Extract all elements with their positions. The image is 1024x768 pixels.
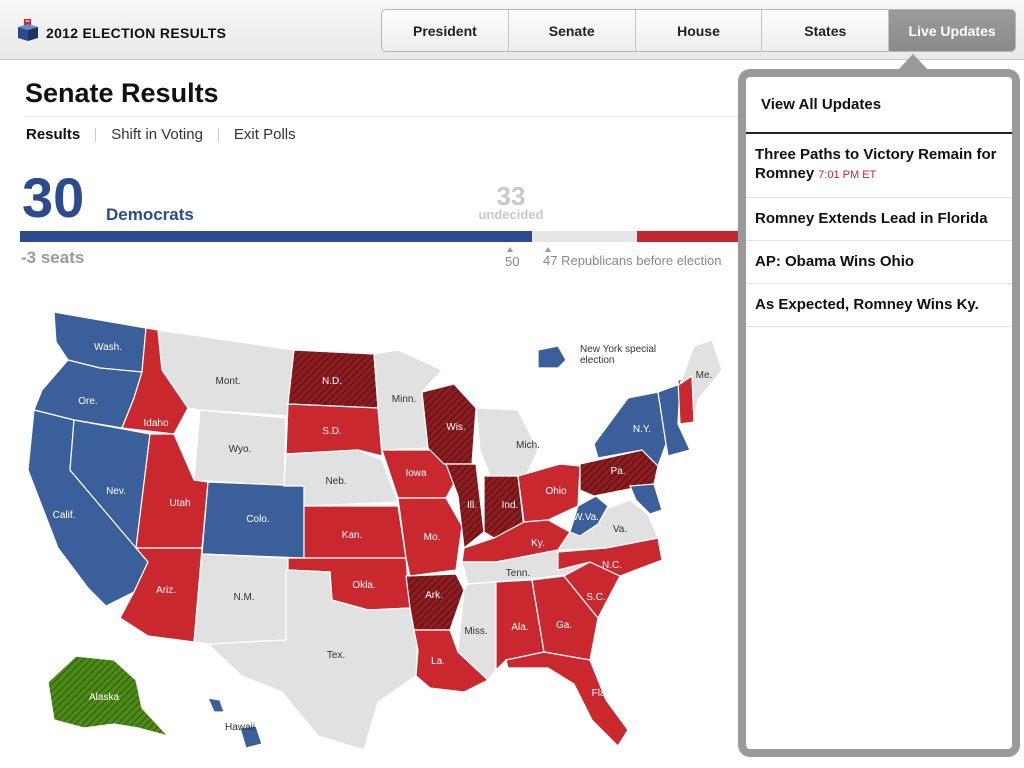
view-all-updates-link[interactable]: View All Updates bbox=[746, 77, 1012, 134]
update-headline: Romney Extends Lead in Florida bbox=[755, 210, 988, 227]
state-label-okla: Okla. bbox=[352, 580, 375, 591]
state-label-alaska: Alaska bbox=[89, 692, 119, 703]
state-label-utah: Utah bbox=[169, 498, 190, 509]
state-label-idaho: Idaho bbox=[143, 418, 168, 429]
state-label-fla: Fla. bbox=[592, 688, 609, 699]
top-bar: 2012 ELECTION RESULTS President Senate H… bbox=[0, 0, 1024, 60]
brand[interactable]: 2012 ELECTION RESULTS bbox=[18, 19, 226, 46]
bar-democrat-segment bbox=[20, 231, 532, 242]
state-label-ariz: Ariz. bbox=[156, 585, 176, 596]
state-label-ill: Ill. bbox=[467, 500, 477, 511]
seat-balance-bar bbox=[20, 231, 746, 242]
state-label-calif: Calif. bbox=[53, 510, 76, 521]
rep-before-marker-icon bbox=[545, 247, 551, 252]
state-label-kan: Kan. bbox=[342, 530, 363, 541]
state-label-wyo: Wyo. bbox=[229, 444, 252, 455]
subnav-shift-in-voting[interactable]: Shift in Voting bbox=[111, 126, 203, 143]
seat-change: -3 seats bbox=[21, 248, 85, 267]
state-label-iowa: Iowa bbox=[405, 468, 427, 479]
state-label-mich: Mich. bbox=[516, 440, 540, 451]
subnav-divider bbox=[95, 127, 97, 142]
main-nav: President Senate House States Live Updat… bbox=[381, 9, 1016, 52]
state-label-sc: S.C. bbox=[586, 592, 605, 603]
app-root: 2012 ELECTION RESULTS President Senate H… bbox=[0, 0, 1024, 768]
state-label-tenn: Tenn. bbox=[506, 568, 530, 579]
update-item[interactable]: Romney Extends Lead in Florida bbox=[746, 198, 1012, 241]
state-label-ny: N.Y. bbox=[633, 424, 651, 435]
sub-navigation: Results Shift in Voting Exit Polls bbox=[26, 126, 296, 143]
republicans-before-label: 47 Republicans before election bbox=[543, 253, 722, 268]
state-label-ind: Ind. bbox=[502, 500, 519, 511]
state-label-ga: Ga. bbox=[556, 620, 572, 631]
ballot-box-icon bbox=[18, 19, 38, 46]
tab-senate[interactable]: Senate bbox=[509, 10, 636, 51]
state-label-nd: N.D. bbox=[322, 376, 342, 387]
majority-marker-icon bbox=[507, 247, 513, 252]
update-timestamp: 7:01 PM ET bbox=[818, 169, 877, 181]
state-label-nm: N.M. bbox=[233, 592, 254, 603]
tab-president[interactable]: President bbox=[382, 10, 509, 51]
subnav-results[interactable]: Results bbox=[26, 126, 80, 143]
state-label-pa: Pa. bbox=[610, 466, 625, 477]
democrat-seat-count: 30 bbox=[22, 166, 85, 229]
update-item[interactable]: As Expected, Romney Wins Ky. bbox=[746, 284, 1012, 327]
state-label-miss: Miss. bbox=[464, 626, 487, 637]
bar-republican-segment bbox=[637, 231, 746, 242]
state-label-colo: Colo. bbox=[246, 514, 269, 525]
tab-house[interactable]: House bbox=[636, 10, 763, 51]
tab-live-updates[interactable]: Live Updates bbox=[889, 10, 1015, 51]
state-label-nc: N.C. bbox=[602, 560, 622, 571]
state-label-hawaii: Hawaii bbox=[225, 722, 255, 733]
state-label-va: Va. bbox=[613, 524, 627, 535]
app-title: 2012 ELECTION RESULTS bbox=[46, 24, 227, 41]
state-label-me: Me. bbox=[696, 370, 713, 381]
live-updates-popover: View All Updates Three Paths to Victory … bbox=[738, 69, 1020, 757]
tab-states[interactable]: States bbox=[762, 10, 890, 51]
subnav-exit-polls[interactable]: Exit Polls bbox=[234, 126, 296, 143]
majority-threshold-label: 50 bbox=[505, 254, 520, 269]
senate-map: Wash. Ore. Calif. Nev. Idaho Mont. Wyo. … bbox=[18, 300, 748, 760]
undecided-label: undecided bbox=[478, 207, 544, 222]
state-label-neb: Neb. bbox=[325, 476, 346, 487]
state-label-ark: Ark. bbox=[425, 590, 443, 601]
state-label-mont: Mont. bbox=[215, 376, 240, 387]
page-title: Senate Results bbox=[25, 78, 219, 108]
state-label-ky: Ky. bbox=[531, 538, 545, 549]
state-label-mo: Mo. bbox=[424, 532, 441, 543]
state-label-wash: Wash. bbox=[94, 342, 122, 353]
update-item[interactable]: AP: Obama Wins Ohio bbox=[746, 241, 1012, 284]
democrat-label: Democrats bbox=[106, 205, 194, 224]
state-hawaii[interactable] bbox=[207, 697, 225, 713]
title-divider bbox=[25, 116, 745, 117]
state-label-ohio: Ohio bbox=[545, 486, 567, 497]
state-label-nev: Nev. bbox=[106, 486, 126, 497]
state-label-tex: Tex. bbox=[327, 650, 345, 661]
live-updates-panel: View All Updates Three Paths to Victory … bbox=[746, 77, 1012, 749]
state-label-wva: W.Va. bbox=[573, 512, 599, 523]
update-headline: As Expected, Romney Wins Ky. bbox=[755, 296, 979, 313]
state-ark[interactable] bbox=[405, 573, 465, 631]
ny-special-election-note: New York special election bbox=[580, 344, 657, 366]
state-label-minn: Minn. bbox=[392, 394, 416, 405]
ny-special-election-shape[interactable] bbox=[537, 345, 567, 369]
update-headline: AP: Obama Wins Ohio bbox=[755, 253, 915, 270]
state-fla[interactable] bbox=[505, 651, 629, 747]
state-label-wis: Wis. bbox=[446, 422, 465, 433]
state-label-ore: Ore. bbox=[78, 396, 97, 407]
state-label-sd: S.D. bbox=[322, 426, 341, 437]
subnav-divider bbox=[217, 127, 219, 142]
state-label-la: La. bbox=[431, 656, 445, 667]
state-label-ala: Ala. bbox=[511, 622, 528, 633]
update-item[interactable]: Three Paths to Victory Remain for Romney… bbox=[746, 134, 1012, 198]
